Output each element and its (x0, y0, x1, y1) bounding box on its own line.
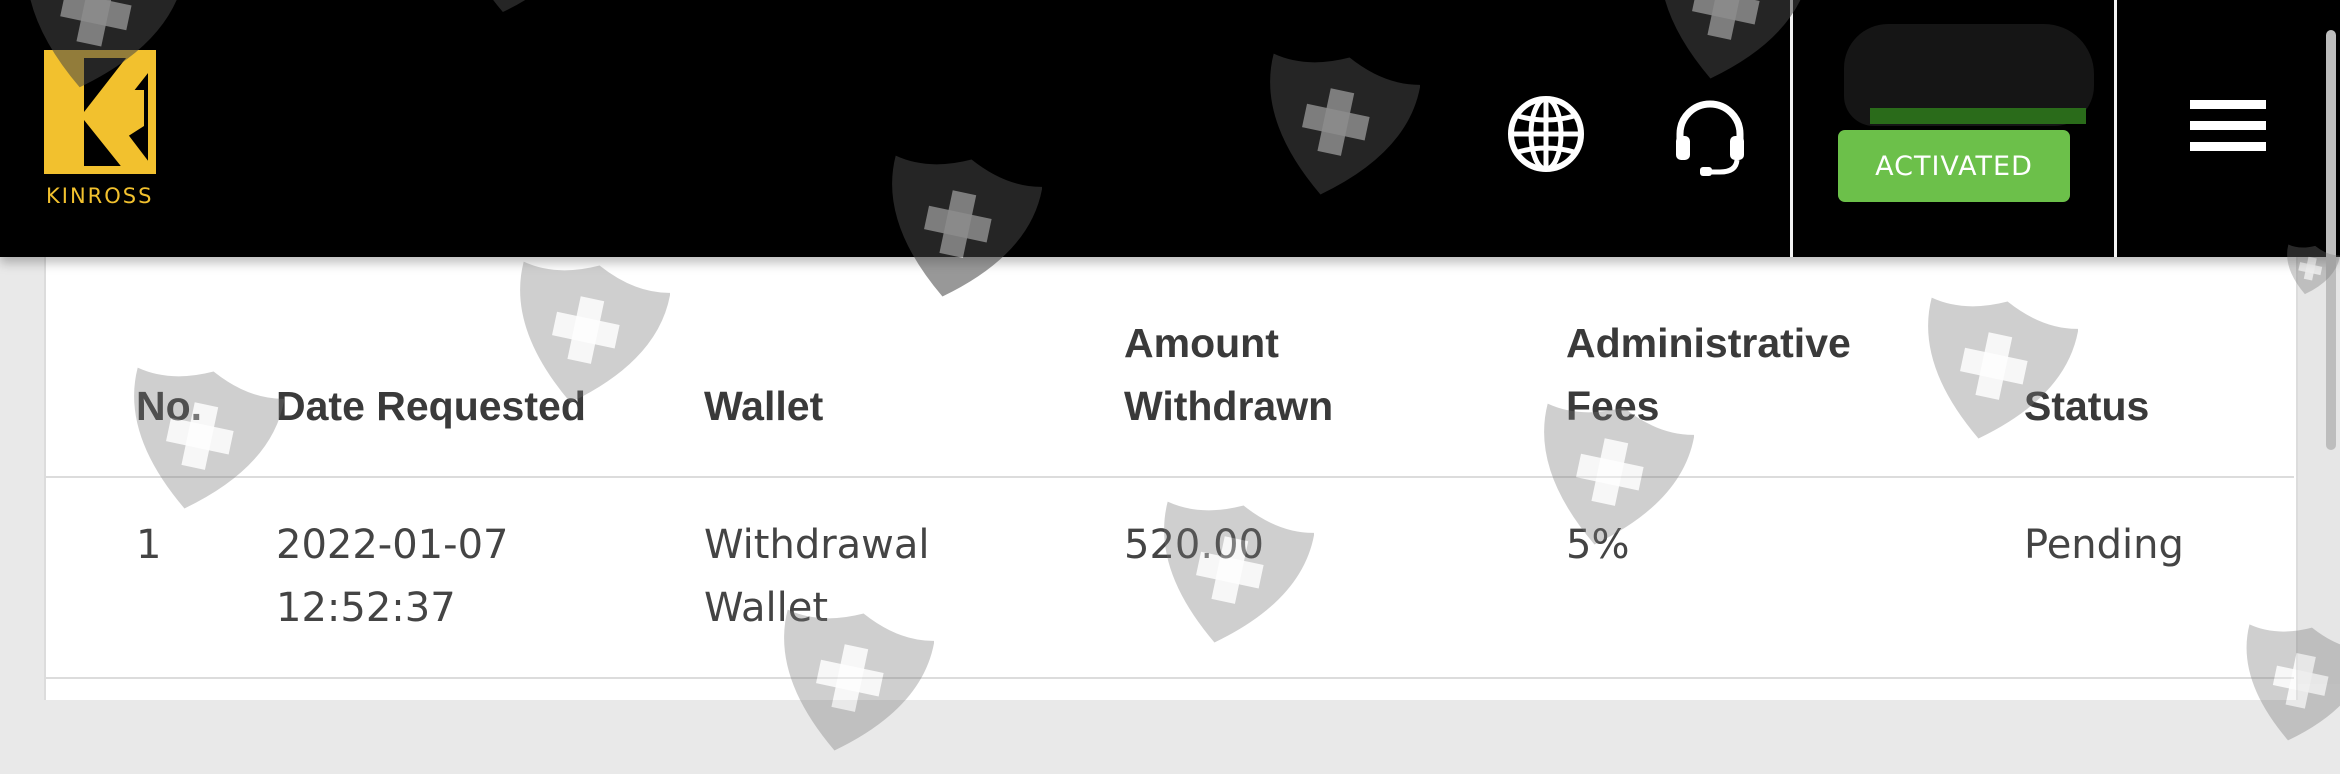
cell-date: 2022-01-07 (276, 522, 509, 568)
column-header-fees-line2: Fees (1566, 383, 1660, 429)
column-header-status: Status (2024, 383, 2150, 429)
column-header-amount-line2: Withdrawn (1124, 383, 1334, 429)
cell-wallet-line2: Wallet (704, 585, 829, 631)
cell-wallet-line1: Withdrawal (704, 522, 930, 568)
header-divider (44, 476, 2294, 478)
kinross-logo-mark-icon (44, 50, 156, 174)
column-header-fees-line1: Administrative (1566, 320, 1851, 366)
cell-no: 1 (136, 522, 162, 568)
redacted-strip (1870, 108, 2086, 124)
column-header-wallet: Wallet (704, 383, 824, 429)
headset-icon[interactable] (1670, 96, 1750, 176)
column-header-administrative-fees: Administrative Fees (1566, 312, 1851, 438)
row-divider (44, 677, 2294, 679)
cell-amount-withdrawn: 520.00 (1124, 522, 1264, 568)
cell-time: 12:52:37 (276, 585, 456, 631)
hamburger-menu-icon[interactable] (2190, 100, 2266, 152)
cell-wallet: Withdrawal Wallet (704, 514, 930, 640)
cell-administrative-fees: 5% (1566, 522, 1630, 568)
cell-date-requested: 2022-01-07 12:52:37 (276, 514, 508, 640)
column-header-amount-line1: Amount (1124, 320, 1279, 366)
kinross-logo[interactable]: KINROSS (44, 50, 164, 210)
scrollbar[interactable] (2326, 30, 2336, 450)
globe-icon[interactable] (1506, 94, 1586, 174)
header-divider-right (2114, 0, 2117, 257)
cell-status: Pending (2024, 522, 2184, 568)
column-header-date-requested: Date Requested (276, 383, 586, 429)
top-header-bar: KINROSS ACTIVATED (0, 0, 2340, 257)
column-header-amount-withdrawn: Amount Withdrawn (1124, 312, 1333, 438)
header-divider-left (1790, 0, 1793, 257)
column-header-no: No. (136, 383, 203, 429)
activated-status-button[interactable]: ACTIVATED (1838, 130, 2070, 202)
brand-name: KINROSS (46, 184, 154, 208)
